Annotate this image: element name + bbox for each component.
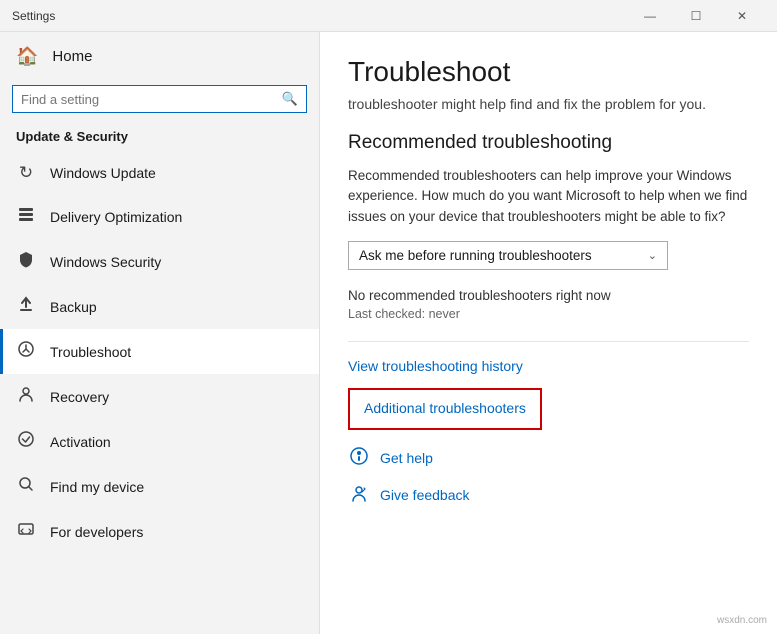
sidebar-item-delivery-optimization[interactable]: Delivery Optimization	[0, 194, 319, 239]
developers-icon	[16, 520, 36, 543]
dropdown-value: Ask me before running troubleshooters	[359, 248, 592, 263]
divider	[348, 341, 749, 342]
sidebar-item-label: Windows Security	[50, 254, 161, 270]
sidebar-item-recovery[interactable]: Recovery	[0, 374, 319, 419]
get-help-item: Get help	[348, 446, 749, 471]
chevron-down-icon: ⌄	[648, 249, 657, 262]
windows-update-icon: ↻	[16, 163, 36, 183]
maximize-button[interactable]: ☐	[673, 0, 719, 32]
activation-icon	[16, 430, 36, 453]
window-controls: — ☐ ✕	[627, 0, 765, 32]
sidebar-item-label: Troubleshoot	[50, 344, 131, 360]
app-body: 🏠 Home 🔍 Update & Security ↻ Windows Upd…	[0, 32, 777, 634]
sidebar-item-label: Backup	[50, 299, 97, 315]
give-feedback-icon	[348, 483, 370, 508]
backup-icon	[16, 295, 36, 318]
give-feedback-item: Give feedback	[348, 483, 749, 508]
status-text: No recommended troubleshooters right now	[348, 288, 749, 303]
sidebar-item-label: Find my device	[50, 479, 144, 495]
home-icon: 🏠	[16, 46, 38, 67]
additional-troubleshooters-box: Additional troubleshooters	[348, 388, 542, 430]
app-title: Settings	[12, 9, 55, 23]
status-sub: Last checked: never	[348, 307, 749, 321]
give-feedback-link[interactable]: Give feedback	[380, 487, 470, 503]
search-icon: 🔍	[282, 91, 298, 107]
get-help-icon	[348, 446, 370, 471]
find-device-icon	[16, 475, 36, 498]
view-history-link[interactable]: View troubleshooting history	[348, 358, 523, 374]
sidebar-item-troubleshoot[interactable]: Troubleshoot	[0, 329, 319, 374]
sidebar-item-activation[interactable]: Activation	[0, 419, 319, 464]
sidebar-home-label: Home	[52, 48, 92, 65]
recommended-section-title: Recommended troubleshooting	[348, 132, 749, 154]
sidebar-item-label: For developers	[50, 524, 143, 540]
delivery-optimization-icon	[16, 205, 36, 228]
search-input[interactable]	[21, 92, 282, 107]
troubleshoot-dropdown[interactable]: Ask me before running troubleshooters ⌄	[348, 241, 668, 270]
sidebar-item-find-my-device[interactable]: Find my device	[0, 464, 319, 509]
sidebar-item-for-developers[interactable]: For developers	[0, 509, 319, 554]
page-subtitle: troubleshooter might help find and fix t…	[348, 96, 749, 112]
content-area: Troubleshoot troubleshooter might help f…	[320, 32, 777, 634]
minimize-button[interactable]: —	[627, 0, 673, 32]
close-button[interactable]: ✕	[719, 0, 765, 32]
sidebar-item-label: Windows Update	[50, 165, 156, 181]
sidebar-item-windows-update[interactable]: ↻ Windows Update	[0, 152, 319, 194]
sidebar-item-windows-security[interactable]: Windows Security	[0, 239, 319, 284]
sidebar-item-label: Recovery	[50, 389, 109, 405]
watermark: wsxdn.com	[717, 615, 767, 626]
sidebar-section-title: Update & Security	[0, 125, 319, 152]
sidebar-search-box[interactable]: 🔍	[12, 85, 307, 113]
sidebar: 🏠 Home 🔍 Update & Security ↻ Windows Upd…	[0, 32, 320, 634]
sidebar-item-backup[interactable]: Backup	[0, 284, 319, 329]
sidebar-item-label: Delivery Optimization	[50, 209, 182, 225]
page-title: Troubleshoot	[348, 56, 749, 88]
sidebar-item-home[interactable]: 🏠 Home	[0, 32, 319, 81]
recovery-icon	[16, 385, 36, 408]
title-bar: Settings — ☐ ✕	[0, 0, 777, 32]
get-help-link[interactable]: Get help	[380, 450, 433, 466]
shield-icon	[16, 250, 36, 273]
troubleshoot-icon	[16, 340, 36, 363]
additional-troubleshooters-link[interactable]: Additional troubleshooters	[364, 400, 526, 416]
recommended-desc: Recommended troubleshooters can help imp…	[348, 166, 749, 227]
sidebar-item-label: Activation	[50, 434, 111, 450]
